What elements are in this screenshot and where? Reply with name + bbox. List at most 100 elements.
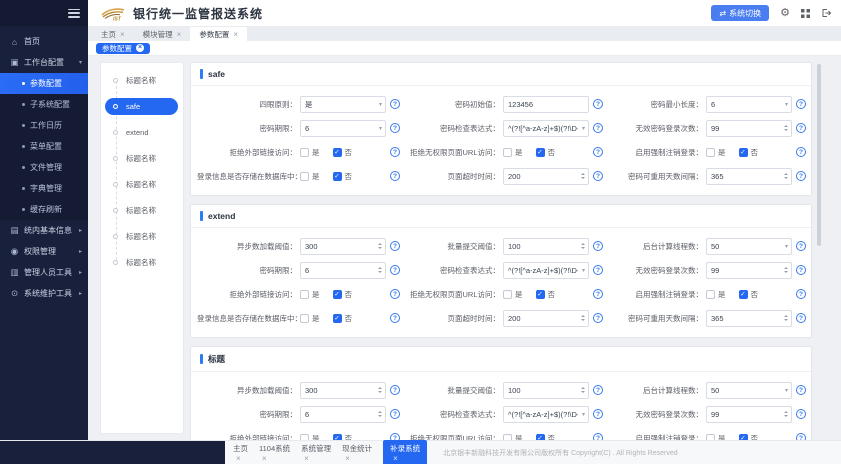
vertical-scrollbar[interactable] <box>817 64 821 246</box>
sidebar-subitem[interactable]: 缓存刷新 <box>0 199 88 220</box>
checkbox-option[interactable]: 是 <box>503 433 523 441</box>
close-icon[interactable]: × <box>393 454 398 463</box>
sidebar-subitem[interactable]: 子系统配置 <box>0 94 88 115</box>
help-icon[interactable] <box>390 289 400 299</box>
system-switch-button[interactable]: ⇄ 系统切换 <box>711 5 769 21</box>
select-input[interactable]: 50 <box>706 238 792 255</box>
help-icon[interactable] <box>390 409 400 419</box>
close-icon[interactable]: × <box>177 30 182 39</box>
checkbox-option[interactable]: 是 <box>300 147 320 158</box>
anchor-nav-item[interactable]: safe <box>101 93 183 119</box>
checkbox[interactable] <box>503 290 512 299</box>
number-input[interactable]: 200 <box>503 310 589 327</box>
step-up-icon[interactable] <box>784 125 788 127</box>
step-down-icon[interactable] <box>784 271 788 273</box>
step-down-icon[interactable] <box>784 319 788 321</box>
help-icon[interactable] <box>593 99 603 109</box>
step-down-icon[interactable] <box>784 177 788 179</box>
number-input[interactable]: 99 <box>706 406 792 423</box>
select-input[interactable]: ^(?![^a-zA-z]+$)(?!\D+$)[(0-9A-Z.. <box>503 120 589 137</box>
select-input[interactable]: ^(?![^a-zA-z]+$)(?!\D+$)[(0-9A-Z.. <box>503 262 589 279</box>
checkbox-option[interactable]: 否 <box>333 289 353 300</box>
checkbox-option[interactable]: 否 <box>739 433 759 441</box>
step-down-icon[interactable] <box>378 247 382 249</box>
close-icon[interactable]: × <box>304 454 309 463</box>
stepper-icons[interactable] <box>378 383 382 398</box>
select-input[interactable]: 是 <box>300 96 386 113</box>
anchor-nav-item[interactable]: 标题名称 <box>101 223 183 249</box>
help-icon[interactable] <box>796 289 806 299</box>
sidebar-subitem[interactable]: 参数配置 <box>0 73 88 94</box>
grid-apps-icon[interactable] <box>801 9 810 18</box>
checkbox-option[interactable]: 否 <box>739 289 759 300</box>
anchor-nav-item[interactable]: 标题名称 <box>101 249 183 275</box>
sidebar-item-workbench[interactable]: ▣工作台配置▾ <box>0 52 88 73</box>
workspace-tab[interactable]: 主页× <box>92 27 134 41</box>
checkbox-option[interactable]: 否 <box>333 433 353 441</box>
breadcrumb-chip[interactable]: 参数配置 × <box>96 43 150 54</box>
stepper-icons[interactable] <box>581 383 585 398</box>
sidebar-subitem[interactable]: 菜单配置 <box>0 136 88 157</box>
sidebar-subitem[interactable]: 工作日历 <box>0 115 88 136</box>
footer-tab[interactable]: 系统管理× <box>301 443 331 463</box>
checkbox[interactable] <box>300 290 309 299</box>
step-down-icon[interactable] <box>378 415 382 417</box>
help-icon[interactable] <box>593 123 603 133</box>
anchor-nav-item[interactable]: 标题名称 <box>101 171 183 197</box>
help-icon[interactable] <box>796 147 806 157</box>
checkbox-checked[interactable] <box>739 148 748 157</box>
step-down-icon[interactable] <box>581 391 585 393</box>
select-input[interactable]: ^(?![^a-zA-z]+$)(?!\D+$)[(0-9A-Z.. <box>503 406 589 423</box>
number-input[interactable]: 6 <box>300 262 386 279</box>
stepper-icons[interactable] <box>784 121 788 136</box>
checkbox-option[interactable]: 否 <box>333 171 353 182</box>
sidebar-item-home[interactable]: ⌂首页 <box>0 31 88 52</box>
sidebar-item-admin-tools[interactable]: ▥管理人员工具▸ <box>0 262 88 283</box>
checkbox-option[interactable]: 否 <box>536 147 556 158</box>
help-icon[interactable] <box>796 123 806 133</box>
stepper-icons[interactable] <box>378 239 382 254</box>
stepper-icons[interactable] <box>378 263 382 278</box>
number-input[interactable]: 100 <box>503 382 589 399</box>
checkbox[interactable] <box>300 148 309 157</box>
checkbox-option[interactable]: 否 <box>333 147 353 158</box>
chip-close-icon[interactable]: × <box>136 44 144 52</box>
stepper-icons[interactable] <box>784 311 788 326</box>
help-icon[interactable] <box>390 147 400 157</box>
checkbox-checked[interactable] <box>333 290 342 299</box>
footer-tab[interactable]: 主页× <box>233 443 248 463</box>
help-icon[interactable] <box>593 265 603 275</box>
logout-icon[interactable] <box>821 8 831 18</box>
anchor-nav-item[interactable]: 标题名称 <box>101 145 183 171</box>
number-input[interactable]: 200 <box>503 168 589 185</box>
step-up-icon[interactable] <box>581 243 585 245</box>
checkbox-option[interactable]: 是 <box>503 289 523 300</box>
step-up-icon[interactable] <box>784 411 788 413</box>
step-up-icon[interactable] <box>784 173 788 175</box>
step-up-icon[interactable] <box>378 411 382 413</box>
help-icon[interactable] <box>390 123 400 133</box>
step-down-icon[interactable] <box>378 271 382 273</box>
help-icon[interactable] <box>390 99 400 109</box>
help-icon[interactable] <box>593 241 603 251</box>
help-icon[interactable] <box>390 385 400 395</box>
sidebar-collapse-icon[interactable] <box>68 9 80 18</box>
step-down-icon[interactable] <box>784 129 788 131</box>
checkbox-checked[interactable] <box>536 148 545 157</box>
close-icon[interactable]: × <box>120 30 125 39</box>
help-icon[interactable] <box>593 289 603 299</box>
step-down-icon[interactable] <box>378 391 382 393</box>
footer-tab[interactable]: 1104系统× <box>259 443 290 463</box>
checkbox-option[interactable]: 是 <box>300 433 320 441</box>
help-icon[interactable] <box>796 171 806 181</box>
checkbox-checked[interactable] <box>739 290 748 299</box>
number-input[interactable]: 6 <box>300 406 386 423</box>
stepper-icons[interactable] <box>581 239 585 254</box>
checkbox[interactable] <box>706 290 715 299</box>
help-icon[interactable] <box>593 171 603 181</box>
stepper-icons[interactable] <box>784 263 788 278</box>
number-input[interactable]: 365 <box>706 168 792 185</box>
anchor-nav-item[interactable]: extend <box>101 119 183 145</box>
stepper-icons[interactable] <box>378 407 382 422</box>
number-input[interactable]: 365 <box>706 310 792 327</box>
